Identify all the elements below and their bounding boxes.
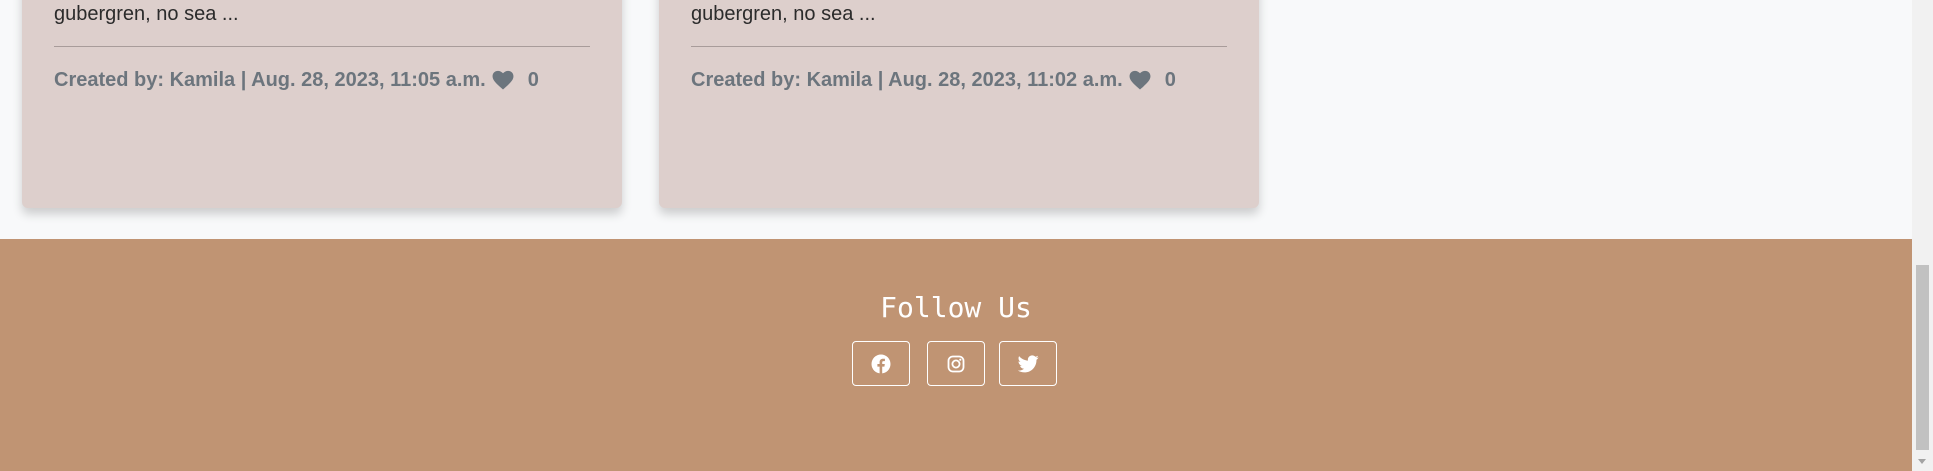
instagram-button[interactable] [927, 341, 985, 386]
scroll-down-arrow-icon[interactable] [1918, 459, 1926, 464]
like-count: 0 [1164, 69, 1176, 91]
scrollbar-thumb[interactable] [1916, 265, 1929, 450]
like-count: 0 [527, 69, 539, 91]
post-meta-text: Created by: Kamila | Aug. 28, 2023, 11:0… [54, 69, 486, 91]
post-meta-text: Created by: Kamila | Aug. 28, 2023, 11:0… [691, 69, 1123, 91]
card-divider [54, 46, 590, 47]
instagram-icon [947, 355, 965, 373]
post-card[interactable]: gubergren, no sea ... Created by: Kamila… [22, 0, 622, 208]
post-card[interactable]: gubergren, no sea ... Created by: Kamila… [659, 0, 1259, 208]
footer: Follow Us [0, 239, 1912, 471]
twitter-button[interactable] [999, 341, 1057, 386]
card-divider [691, 46, 1227, 47]
post-excerpt: gubergren, no sea ... [54, 3, 239, 25]
facebook-button[interactable] [852, 341, 910, 386]
post-meta: Created by: Kamila | Aug. 28, 2023, 11:0… [691, 67, 1176, 93]
post-meta: Created by: Kamila | Aug. 28, 2023, 11:0… [54, 67, 539, 93]
heart-icon[interactable] [492, 70, 514, 90]
post-excerpt: gubergren, no sea ... [691, 3, 876, 25]
heart-icon[interactable] [1129, 70, 1151, 90]
footer-title: Follow Us [880, 291, 1032, 324]
twitter-icon [1017, 354, 1039, 373]
facebook-icon [871, 354, 891, 374]
vertical-scrollbar[interactable] [1912, 0, 1933, 471]
page: gubergren, no sea ... Created by: Kamila… [0, 0, 1912, 471]
